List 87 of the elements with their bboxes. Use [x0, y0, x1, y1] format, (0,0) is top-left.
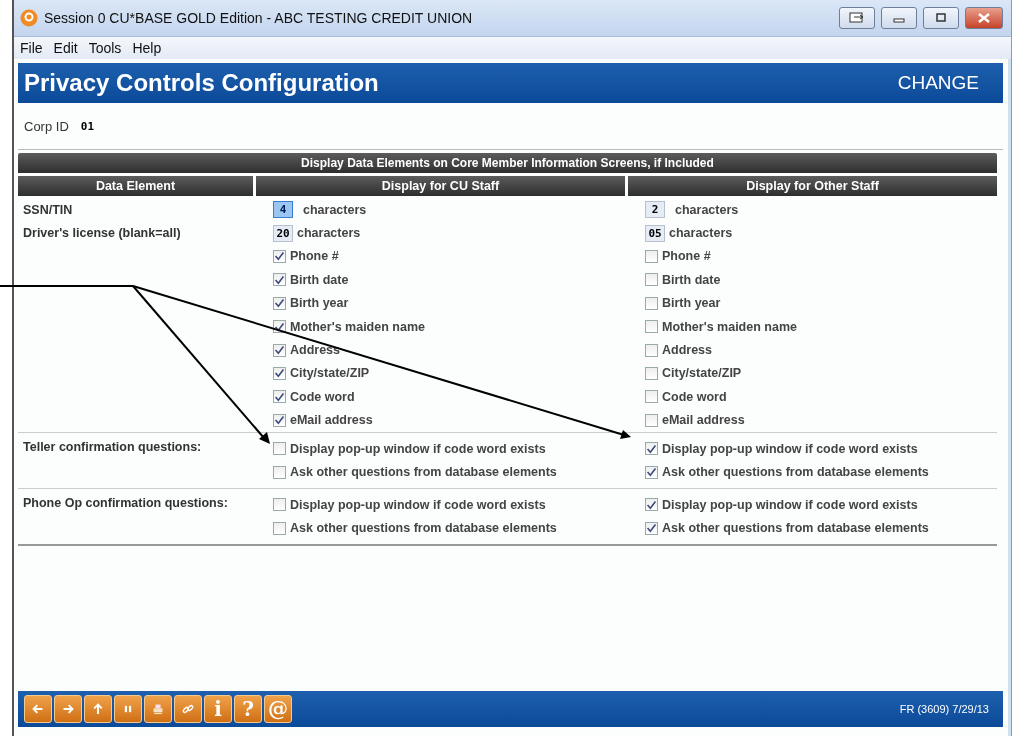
- checkbox-label: Address: [290, 343, 341, 358]
- menu-item[interactable]: Help: [132, 40, 162, 56]
- close-icon: [978, 13, 990, 23]
- checkbox[interactable]: [645, 273, 658, 287]
- checkbox-label: City/state/ZIP: [290, 366, 370, 381]
- checkbox-label: Display pop-up window if code word exists: [662, 441, 918, 456]
- checkbox-label: Display pop-up window if code word exists: [290, 441, 546, 456]
- toolbar-button[interactable]: [174, 695, 202, 723]
- close-button[interactable]: [965, 7, 1003, 29]
- toolbar-button[interactable]: [54, 695, 82, 723]
- toolbar-button[interactable]: [84, 695, 112, 723]
- input-field[interactable]: 2: [645, 201, 665, 219]
- corp-id-value: 01: [80, 119, 95, 133]
- column-header: Display for CU Staff: [256, 176, 625, 196]
- mode-label: CHANGE: [897, 72, 979, 94]
- checkbox[interactable]: [645, 320, 658, 334]
- checkbox-label: Phone #: [290, 249, 339, 264]
- checkbox[interactable]: [645, 465, 658, 479]
- checkbox-label: Display pop-up window if code word exists: [290, 497, 546, 512]
- maximize-button[interactable]: [923, 7, 959, 29]
- checkbox[interactable]: [645, 498, 658, 512]
- checkbox-label: Address: [662, 343, 713, 358]
- checkbox[interactable]: [273, 465, 286, 479]
- checkbox[interactable]: [273, 343, 286, 357]
- group-label: Phone Op confirmation questions:: [22, 494, 229, 510]
- checkbox[interactable]: [273, 366, 286, 380]
- menu-item[interactable]: Edit: [53, 40, 78, 56]
- checkbox[interactable]: [273, 413, 286, 427]
- maximize-icon: [935, 13, 947, 23]
- checkbox-label: Birth year: [290, 296, 349, 311]
- checkbox[interactable]: [645, 296, 658, 310]
- app-logo-icon: [20, 9, 38, 27]
- checkbox-label: Ask other questions from database elements: [290, 465, 557, 480]
- unit-label: characters: [303, 202, 367, 217]
- toolbar-button[interactable]: [114, 695, 142, 723]
- section-header: Display Data Elements on Core Member Information Screens, if Included: [18, 153, 997, 173]
- column-header: Data Element: [18, 176, 253, 196]
- checkbox[interactable]: [273, 442, 286, 456]
- row-label: SSN/TIN: [22, 202, 74, 217]
- checkbox[interactable]: [645, 413, 658, 427]
- window-title: Session 0 CU*BASE GOLD Edition - ABC TESTING CREDIT UNION: [44, 10, 474, 26]
- page-title: Privacy Controls Configuration: [24, 69, 379, 97]
- row-label: Driver's license (blank=all): [22, 226, 182, 241]
- input-field[interactable]: 05: [645, 224, 665, 242]
- checkbox[interactable]: [645, 366, 658, 380]
- unit-label: characters: [675, 202, 739, 217]
- toolbar-button[interactable]: [144, 695, 172, 723]
- checkbox[interactable]: [273, 249, 286, 263]
- input-field[interactable]: 4: [273, 201, 293, 219]
- checkbox-label: City/state/ZIP: [662, 366, 742, 381]
- checkbox-label: Display pop-up window if code word exists: [662, 497, 918, 512]
- checkbox-label: Mother's maiden name: [290, 319, 425, 334]
- checkbox[interactable]: [273, 498, 286, 512]
- column-header: Display for Other Staff: [628, 176, 997, 196]
- checkbox[interactable]: [273, 273, 286, 287]
- checkbox[interactable]: [645, 521, 658, 535]
- checkbox-label: Birth date: [662, 272, 721, 287]
- checkbox[interactable]: [273, 390, 286, 404]
- checkbox-label: Code word: [290, 389, 355, 404]
- checkbox-label: Ask other questions from database elements: [662, 521, 929, 536]
- checkbox[interactable]: [645, 390, 658, 404]
- window-options-icon: [849, 12, 865, 24]
- minimize-button[interactable]: [881, 7, 917, 29]
- checkbox-label: Ask other questions from database elements: [290, 521, 557, 536]
- checkbox[interactable]: [645, 343, 658, 357]
- menu-item[interactable]: File: [20, 40, 43, 56]
- checkbox-label: eMail address: [290, 413, 373, 428]
- checkbox-label: Code word: [662, 389, 727, 404]
- input-field[interactable]: 20: [273, 224, 293, 242]
- status-text: FR (3609) 7/29/13: [899, 703, 989, 715]
- checkbox-label: Birth date: [290, 272, 349, 287]
- unit-label: characters: [669, 226, 733, 241]
- checkbox-label: Birth year: [662, 296, 721, 311]
- checkbox-label: Phone #: [662, 249, 711, 264]
- corp-id-label: Corp ID: [24, 118, 69, 134]
- checkbox-label: Mother's maiden name: [662, 319, 797, 334]
- checkbox[interactable]: [645, 442, 658, 456]
- menu-item[interactable]: Tools: [88, 40, 122, 56]
- checkbox-label: eMail address: [662, 413, 745, 428]
- group-label: Teller confirmation questions:: [22, 438, 203, 454]
- window-options-button[interactable]: [839, 7, 875, 29]
- toolbar-button[interactable]: [24, 695, 52, 723]
- unit-label: characters: [297, 226, 361, 241]
- checkbox[interactable]: [645, 249, 658, 263]
- checkbox[interactable]: [273, 296, 286, 310]
- checkbox-label: Ask other questions from database elements: [662, 465, 929, 480]
- checkbox[interactable]: [273, 521, 286, 535]
